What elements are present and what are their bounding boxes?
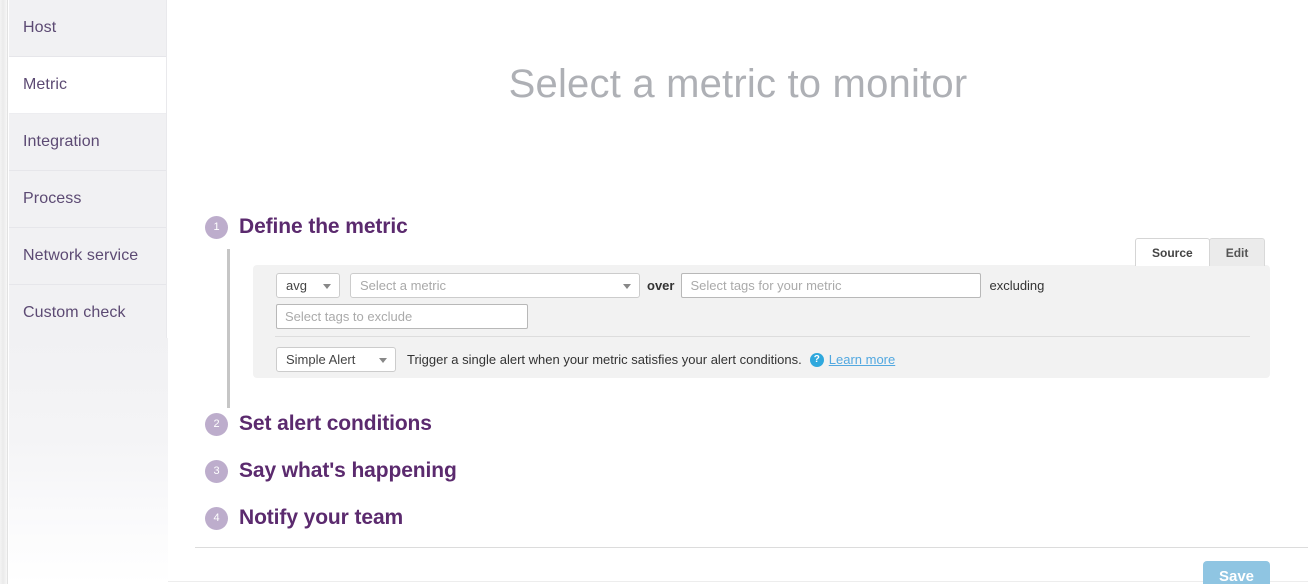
- tab-edit[interactable]: Edit: [1208, 238, 1266, 266]
- footer-bottom-divider: [168, 581, 1308, 582]
- step-number-badge: 1: [205, 215, 228, 239]
- save-button[interactable]: Save: [1203, 561, 1270, 584]
- monitor-creation-page: Host Metric Integration Process Network …: [0, 0, 1308, 584]
- tab-label: Edit: [1225, 246, 1249, 260]
- page-title: Select a metric to monitor: [508, 62, 968, 106]
- alert-type-select[interactable]: Simple Alert: [276, 347, 396, 372]
- footer-divider: [195, 547, 1308, 548]
- step-header-define-the-metric[interactable]: 1 Define the metric: [205, 215, 408, 239]
- step-connector-line: [227, 249, 230, 408]
- aggregation-select[interactable]: avg: [276, 273, 340, 298]
- over-label: over: [647, 278, 675, 293]
- metric-select-placeholder: Select a metric: [360, 278, 446, 293]
- exclude-tags-placeholder: Select tags to exclude: [285, 309, 413, 324]
- tab-label: Source: [1152, 246, 1193, 260]
- exclude-tags-input[interactable]: Select tags to exclude: [276, 304, 528, 329]
- panel-divider: [275, 336, 1250, 337]
- metric-select[interactable]: Select a metric: [350, 273, 640, 298]
- aggregation-select-value: avg: [286, 278, 307, 293]
- step-number-badge: 3: [205, 459, 228, 483]
- step-header-say-whats-happening[interactable]: 3 Say what's happening: [205, 459, 457, 483]
- metric-query-panel: avg Select a metric over Select tags for…: [253, 265, 1270, 378]
- sidebar-item-label: Host: [23, 19, 57, 36]
- sidebar-item-integration[interactable]: Integration: [9, 114, 166, 171]
- sidebar-item-process[interactable]: Process: [9, 171, 166, 228]
- chevron-down-icon: [323, 283, 331, 289]
- monitor-type-sidebar: Host Metric Integration Process Network …: [9, 0, 167, 584]
- chevron-down-icon: [379, 357, 387, 363]
- tab-source[interactable]: Source: [1135, 238, 1210, 266]
- sidebar-item-metric[interactable]: Metric: [9, 57, 166, 114]
- step-header-notify-your-team[interactable]: 4 Notify your team: [205, 506, 403, 530]
- alert-type-description: Trigger a single alert when your metric …: [407, 352, 802, 367]
- alert-type-select-value: Simple Alert: [286, 352, 356, 367]
- sidebar-item-custom-check[interactable]: Custom check: [9, 285, 166, 342]
- learn-more-link[interactable]: Learn more: [829, 352, 895, 367]
- step-title: Define the metric: [239, 215, 408, 238]
- sidebar-item-label: Integration: [23, 133, 100, 150]
- step-number-badge: 4: [205, 506, 228, 530]
- step-title: Say what's happening: [239, 459, 457, 482]
- step-header-set-alert-conditions[interactable]: 2 Set alert conditions: [205, 412, 432, 436]
- sidebar-item-label: Process: [23, 190, 82, 207]
- alert-type-row: Simple Alert Trigger a single alert when…: [276, 347, 895, 372]
- scope-tags-input[interactable]: Select tags for your metric: [681, 273, 982, 298]
- chevron-down-icon: [623, 283, 631, 289]
- step-number-badge: 2: [205, 412, 228, 436]
- question-mark-icon[interactable]: ?: [809, 352, 824, 367]
- sidebar-item-label: Metric: [23, 76, 68, 93]
- metric-query-row: avg Select a metric over Select tags for…: [276, 273, 1044, 298]
- exclude-tags-row: Select tags to exclude: [276, 304, 528, 329]
- page-scrollbar-gutter[interactable]: [0, 0, 8, 584]
- sidebar-item-host[interactable]: Host: [9, 0, 166, 57]
- main-content: Select a metric to monitor 1 Define the …: [168, 0, 1308, 584]
- sidebar-item-network-service[interactable]: Network service: [9, 228, 166, 285]
- sidebar-item-label: Custom check: [23, 304, 126, 321]
- step-title: Notify your team: [239, 506, 404, 529]
- sidebar-item-label: Network service: [23, 247, 139, 264]
- scope-tags-placeholder: Select tags for your metric: [690, 278, 842, 293]
- step-title: Set alert conditions: [239, 412, 432, 435]
- editor-mode-tabs: Source Edit: [1135, 238, 1266, 266]
- excluding-label: excluding: [989, 278, 1045, 293]
